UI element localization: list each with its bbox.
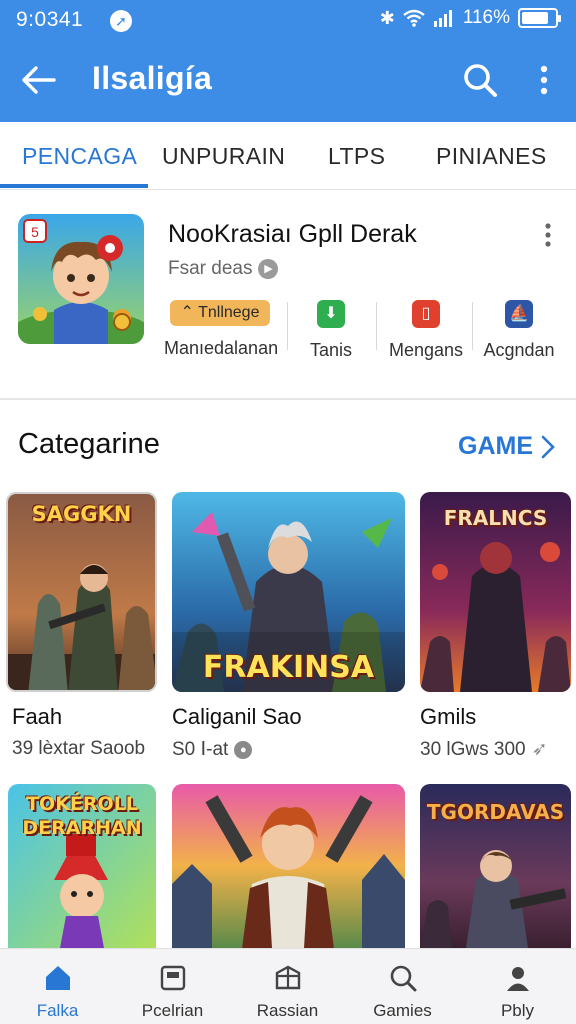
game-meta: 39 lèxtar Saoob xyxy=(12,738,145,760)
page-title: Ilsaligía xyxy=(92,60,213,96)
game-meta: 30 lGws 300 ➶ xyxy=(420,738,548,761)
install-button-label: Tnllnege xyxy=(198,304,260,321)
game-meta-text: S0 Ⅰ-at xyxy=(172,739,229,760)
document-icon: ▯ xyxy=(412,300,440,328)
nav-label: Pbly xyxy=(500,1001,535,1020)
action-mengans[interactable]: ▯ Mengans xyxy=(386,300,466,361)
wifi-icon xyxy=(403,9,425,27)
nav-item-falka[interactable]: Falka xyxy=(0,949,115,1024)
more-vertical-icon xyxy=(540,65,548,95)
rocket-icon: ➶ xyxy=(531,739,548,760)
tab-ltps[interactable]: LTPS xyxy=(328,122,385,190)
nav-item-pbly[interactable]: Pbly xyxy=(460,949,575,1024)
person-icon xyxy=(503,963,533,993)
play-icon: ▶ xyxy=(258,259,279,279)
game-name: Faah xyxy=(12,704,63,729)
featured-app-subtitle: Fsar deas ▶ xyxy=(168,258,279,280)
action-manage[interactable]: ⌃ Tnllnege Manıedalanan xyxy=(164,300,279,359)
action-tanis-label: Tanis xyxy=(309,340,353,360)
game-card-3[interactable]: FRALNCS xyxy=(420,492,571,692)
game-card-2[interactable]: FRAKINSA xyxy=(172,492,405,692)
compass-icon: ➚ xyxy=(110,10,132,32)
bluetooth-icon: ✱ xyxy=(379,7,395,28)
game-banner-text: FRAKINSA xyxy=(202,650,375,685)
search-button[interactable] xyxy=(456,56,504,104)
game-meta-text: 39 lèxtar Saoob xyxy=(12,738,146,759)
svg-text:5: 5 xyxy=(31,224,39,240)
search-icon xyxy=(388,963,418,993)
see-all-label: GAME xyxy=(458,432,533,460)
game-name: Caliganil Sao xyxy=(172,704,302,729)
nav-item-pcelrian[interactable]: Pcelrian xyxy=(115,949,230,1024)
install-button[interactable]: ⌃ Tnllnege xyxy=(170,300,270,326)
nav-item-rassian[interactable]: Rassian xyxy=(230,949,345,1024)
featured-app-icon[interactable]: 5 xyxy=(18,214,144,344)
active-tab-indicator xyxy=(0,184,148,188)
game-card-1[interactable]: SAGGKN xyxy=(6,492,157,692)
game-meta: S0 Ⅰ-at ● xyxy=(172,738,253,761)
game-banner-text: SAGGKN xyxy=(31,502,132,526)
section-title: Categarine xyxy=(18,428,160,460)
bottom-navigation: Falka Pcelrian Rassian Gamies Pbly xyxy=(0,948,576,1024)
back-button[interactable] xyxy=(14,56,62,104)
action-acgndan-label: Acgndan xyxy=(483,340,555,360)
game-art-image xyxy=(172,784,405,948)
signal-icon xyxy=(433,10,452,27)
nav-label: Falka xyxy=(36,1001,79,1020)
battery-percent: 116% xyxy=(462,7,510,28)
tab-unpurain[interactable]: UNPURAIN xyxy=(162,122,285,190)
action-manage-label: Manıedalanan xyxy=(164,338,279,358)
status-bar: 9:0341 ➚ ✱ 116% xyxy=(0,0,576,40)
game-card-6[interactable]: TGORDAVAS xyxy=(420,784,571,948)
download-icon: ⬇ xyxy=(317,300,345,328)
tab-pencaga[interactable]: PENCAGA xyxy=(22,122,137,190)
game-card-5[interactable] xyxy=(172,784,405,948)
nav-item-gamies[interactable]: Gamies xyxy=(345,949,460,1024)
battery-fill xyxy=(522,12,548,24)
tab-bar: PENCAGA UNPURAIN LTPS PINIANES xyxy=(0,122,576,190)
game-banner-text: FRALNCS xyxy=(443,506,548,530)
featured-subtitle-text: Fsar deas xyxy=(168,258,253,279)
chevron-up-icon: ⌃ xyxy=(180,304,194,321)
see-all-link[interactable]: GAME xyxy=(458,432,555,461)
nav-label: Pcelrian xyxy=(141,1001,204,1020)
calendar-icon xyxy=(158,963,188,993)
top-bar: 9:0341 ➚ ✱ 116% Ilsaligía xyxy=(0,0,576,122)
status-time: 9:0341 xyxy=(16,8,84,31)
chevron-right-icon xyxy=(541,435,555,458)
featured-more-button[interactable] xyxy=(536,220,560,250)
home-icon xyxy=(43,963,73,993)
game-name: Gmils xyxy=(420,704,477,729)
status-right: ✱ 116% xyxy=(379,7,561,29)
box-icon xyxy=(273,963,303,993)
battery-icon xyxy=(518,8,561,28)
nav-label: Rassian xyxy=(256,1001,319,1020)
game-card-4[interactable]: TOKÉROLL DERARHAN xyxy=(8,784,156,948)
more-vertical-icon xyxy=(545,223,551,247)
search-icon xyxy=(464,64,497,97)
action-divider xyxy=(376,302,377,350)
more-options-button[interactable] xyxy=(524,56,564,104)
action-tanis[interactable]: ⬇ Tanis xyxy=(298,300,364,361)
game-banner-text: TOKÉROLL DERARHAN xyxy=(22,793,142,839)
section-divider xyxy=(0,398,576,400)
action-divider xyxy=(472,302,473,350)
ship-icon: ⛵ xyxy=(505,300,533,328)
featured-app-card[interactable]: 5 NooKrasiaı Gpll Derak Fsar deas ▶ ⌃ Tn… xyxy=(0,192,576,398)
arrow-left-icon xyxy=(22,66,56,94)
featured-app-title: NooKrasiaı Gpll Derak xyxy=(168,220,417,248)
action-acgndan[interactable]: ⛵ Acgndan xyxy=(480,300,558,361)
nav-label: Gamies xyxy=(373,1001,432,1020)
action-divider xyxy=(287,302,288,350)
game-banner-text: TGORDAVAS xyxy=(426,800,565,824)
app-bar: Ilsaligía xyxy=(0,42,576,122)
person-icon: ● xyxy=(234,740,253,759)
action-mengans-label: Mengans xyxy=(388,340,464,360)
game-meta-text: 30 lGws 300 xyxy=(420,738,526,760)
tab-pinianes[interactable]: PINIANES xyxy=(436,122,547,190)
featured-art-image: 5 xyxy=(18,214,144,344)
